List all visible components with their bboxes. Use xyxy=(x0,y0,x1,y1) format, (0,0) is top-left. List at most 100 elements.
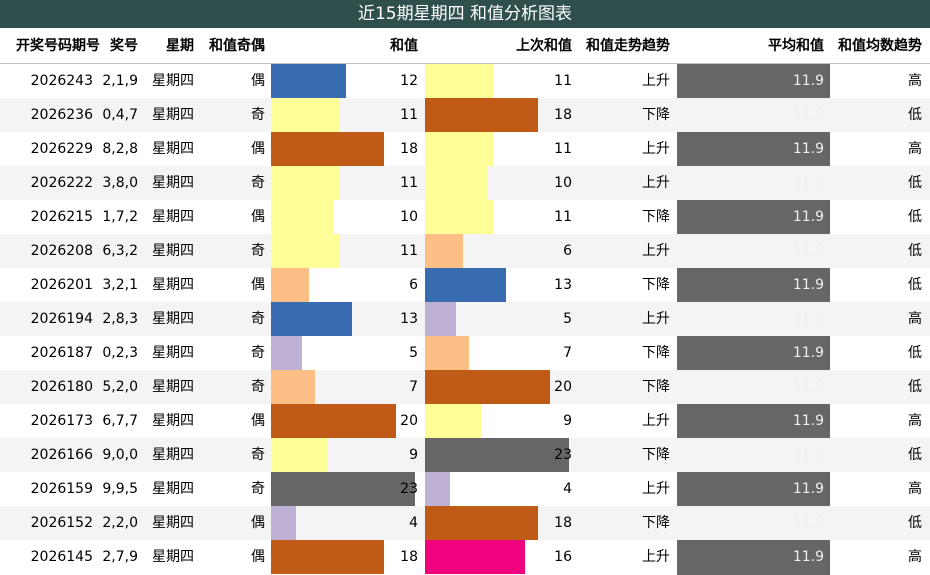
table-row[interactable]: 2026243 2,1,9 星期四 偶 12 11 上升 11.9 高 xyxy=(0,64,930,98)
issue-cell: 2026145 xyxy=(30,549,93,565)
weekday-cell: 星期四 xyxy=(152,73,194,89)
table-row[interactable]: 2026187 0,2,3 星期四 奇 5 7 下降 11.9 低 xyxy=(0,336,930,370)
avg-trend-cell: 低 xyxy=(908,379,922,395)
sum-cell: 7 xyxy=(409,379,418,395)
sum-cell: 20 xyxy=(400,413,418,429)
parity-cell: 偶 xyxy=(251,515,265,531)
sum-cell: 11 xyxy=(400,175,418,191)
issue-cell: 2026208 xyxy=(30,243,93,259)
issue-cell: 2026166 xyxy=(30,447,93,463)
prev-sum-cell: 23 xyxy=(554,447,572,463)
avg-trend-cell: 低 xyxy=(908,515,922,531)
table-row[interactable]: 2026152 2,2,0 星期四 偶 4 18 下降 11.9 低 xyxy=(0,506,930,540)
parity-cell: 偶 xyxy=(251,209,265,225)
weekday-cell: 星期四 xyxy=(152,549,194,565)
prev-sum-cell: 5 xyxy=(563,311,572,327)
prev-sum-cell: 11 xyxy=(554,141,572,157)
avg-trend-cell: 低 xyxy=(908,107,922,123)
prev-sum-cell: 20 xyxy=(554,379,572,395)
table-row[interactable]: 2026173 6,7,7 星期四 偶 20 9 上升 11.9 高 xyxy=(0,404,930,438)
avg-cell: 11.9 xyxy=(792,515,824,531)
number-cell: 1,7,2 xyxy=(102,209,138,225)
number-cell: 9,9,5 xyxy=(102,481,138,497)
header-weekday[interactable]: 星期 xyxy=(138,28,194,64)
table-row[interactable]: 2026222 3,8,0 星期四 奇 11 10 上升 11.9 低 xyxy=(0,166,930,200)
issue-cell: 2026215 xyxy=(30,209,93,225)
avg-trend-cell: 低 xyxy=(908,243,922,259)
parity-cell: 奇 xyxy=(251,379,265,395)
number-cell: 3,2,1 xyxy=(102,277,138,293)
trend-cell: 下降 xyxy=(642,379,670,395)
issue-cell: 2026229 xyxy=(30,141,93,157)
avg-cell: 11.9 xyxy=(792,379,824,395)
table-row[interactable]: 2026159 9,9,5 星期四 奇 23 4 上升 11.9 高 xyxy=(0,472,930,506)
weekday-cell: 星期四 xyxy=(152,243,194,259)
weekday-cell: 星期四 xyxy=(152,277,194,293)
trend-cell: 下降 xyxy=(642,277,670,293)
header-number[interactable]: 奖号 xyxy=(100,28,138,64)
table-row[interactable]: 2026229 8,2,8 星期四 偶 18 11 上升 11.9 高 xyxy=(0,132,930,166)
issue-cell: 2026243 xyxy=(30,73,93,89)
avg-cell: 11.9 xyxy=(792,413,824,429)
sum-cell: 9 xyxy=(409,447,418,463)
prev-sum-cell: 7 xyxy=(563,345,572,361)
issue-cell: 2026173 xyxy=(30,413,93,429)
sum-cell: 4 xyxy=(409,515,418,531)
header-sum[interactable]: 和值 xyxy=(271,28,418,64)
issue-cell: 2026152 xyxy=(30,515,93,531)
parity-cell: 奇 xyxy=(251,107,265,123)
table-row[interactable]: 2026236 0,4,7 星期四 奇 11 18 下降 11.9 低 xyxy=(0,98,930,132)
avg-trend-cell: 高 xyxy=(908,141,922,157)
table-row[interactable]: 2026208 6,3,2 星期四 奇 11 6 上升 11.9 低 xyxy=(0,234,930,268)
weekday-cell: 星期四 xyxy=(152,209,194,225)
prev-sum-cell: 18 xyxy=(554,515,572,531)
trend-cell: 上升 xyxy=(642,73,670,89)
issue-cell: 2026201 xyxy=(30,277,93,293)
weekday-cell: 星期四 xyxy=(152,175,194,191)
avg-trend-cell: 高 xyxy=(908,311,922,327)
table-row[interactable]: 2026166 9,0,0 星期四 奇 9 23 下降 11.9 低 xyxy=(0,438,930,472)
header-issue[interactable]: 开奖号码期号 xyxy=(0,28,100,64)
avg-cell: 11.9 xyxy=(792,481,824,497)
sum-cell: 10 xyxy=(400,209,418,225)
header-prev-sum[interactable]: 上次和值 xyxy=(425,28,572,64)
weekday-cell: 星期四 xyxy=(152,447,194,463)
trend-cell: 上升 xyxy=(642,175,670,191)
weekday-cell: 星期四 xyxy=(152,379,194,395)
avg-cell: 11.9 xyxy=(792,311,824,327)
sum-cell: 12 xyxy=(400,73,418,89)
prev-sum-cell: 6 xyxy=(563,243,572,259)
table-row[interactable]: 2026180 5,2,0 星期四 奇 7 20 下降 11.9 低 xyxy=(0,370,930,404)
table-row[interactable]: 2026194 2,8,3 星期四 奇 13 5 上升 11.9 高 xyxy=(0,302,930,336)
avg-trend-cell: 高 xyxy=(908,413,922,429)
sum-cell: 18 xyxy=(400,141,418,157)
prev-sum-cell: 18 xyxy=(554,107,572,123)
avg-trend-cell: 高 xyxy=(908,549,922,565)
avg-trend-cell: 高 xyxy=(908,73,922,89)
avg-trend-cell: 低 xyxy=(908,447,922,463)
number-cell: 6,3,2 xyxy=(102,243,138,259)
header-avg-trend[interactable]: 和值均数趋势 xyxy=(830,28,922,64)
trend-cell: 上升 xyxy=(642,549,670,565)
trend-cell: 上升 xyxy=(642,311,670,327)
sum-cell: 13 xyxy=(400,311,418,327)
prev-sum-cell: 13 xyxy=(554,277,572,293)
avg-cell: 11.9 xyxy=(792,243,824,259)
avg-cell: 11.9 xyxy=(792,277,824,293)
number-cell: 0,4,7 xyxy=(102,107,138,123)
parity-cell: 奇 xyxy=(251,311,265,327)
number-cell: 6,7,7 xyxy=(102,413,138,429)
number-cell: 2,7,9 xyxy=(102,549,138,565)
header-parity[interactable]: 和值奇偶 xyxy=(194,28,265,64)
issue-cell: 2026222 xyxy=(30,175,93,191)
table-row[interactable]: 2026201 3,2,1 星期四 偶 6 13 下降 11.9 低 xyxy=(0,268,930,302)
table-row[interactable]: 2026215 1,7,2 星期四 偶 10 11 下降 11.9 低 xyxy=(0,200,930,234)
prev-sum-cell: 9 xyxy=(563,413,572,429)
header-avg[interactable]: 平均和值 xyxy=(677,28,824,64)
header-trend[interactable]: 和值走势趋势 xyxy=(578,28,670,64)
parity-cell: 偶 xyxy=(251,73,265,89)
avg-cell: 11.9 xyxy=(792,141,824,157)
avg-cell: 11.9 xyxy=(792,107,824,123)
table-row[interactable]: 2026145 2,7,9 星期四 偶 18 16 上升 11.9 高 xyxy=(0,540,930,574)
number-cell: 5,2,0 xyxy=(102,379,138,395)
